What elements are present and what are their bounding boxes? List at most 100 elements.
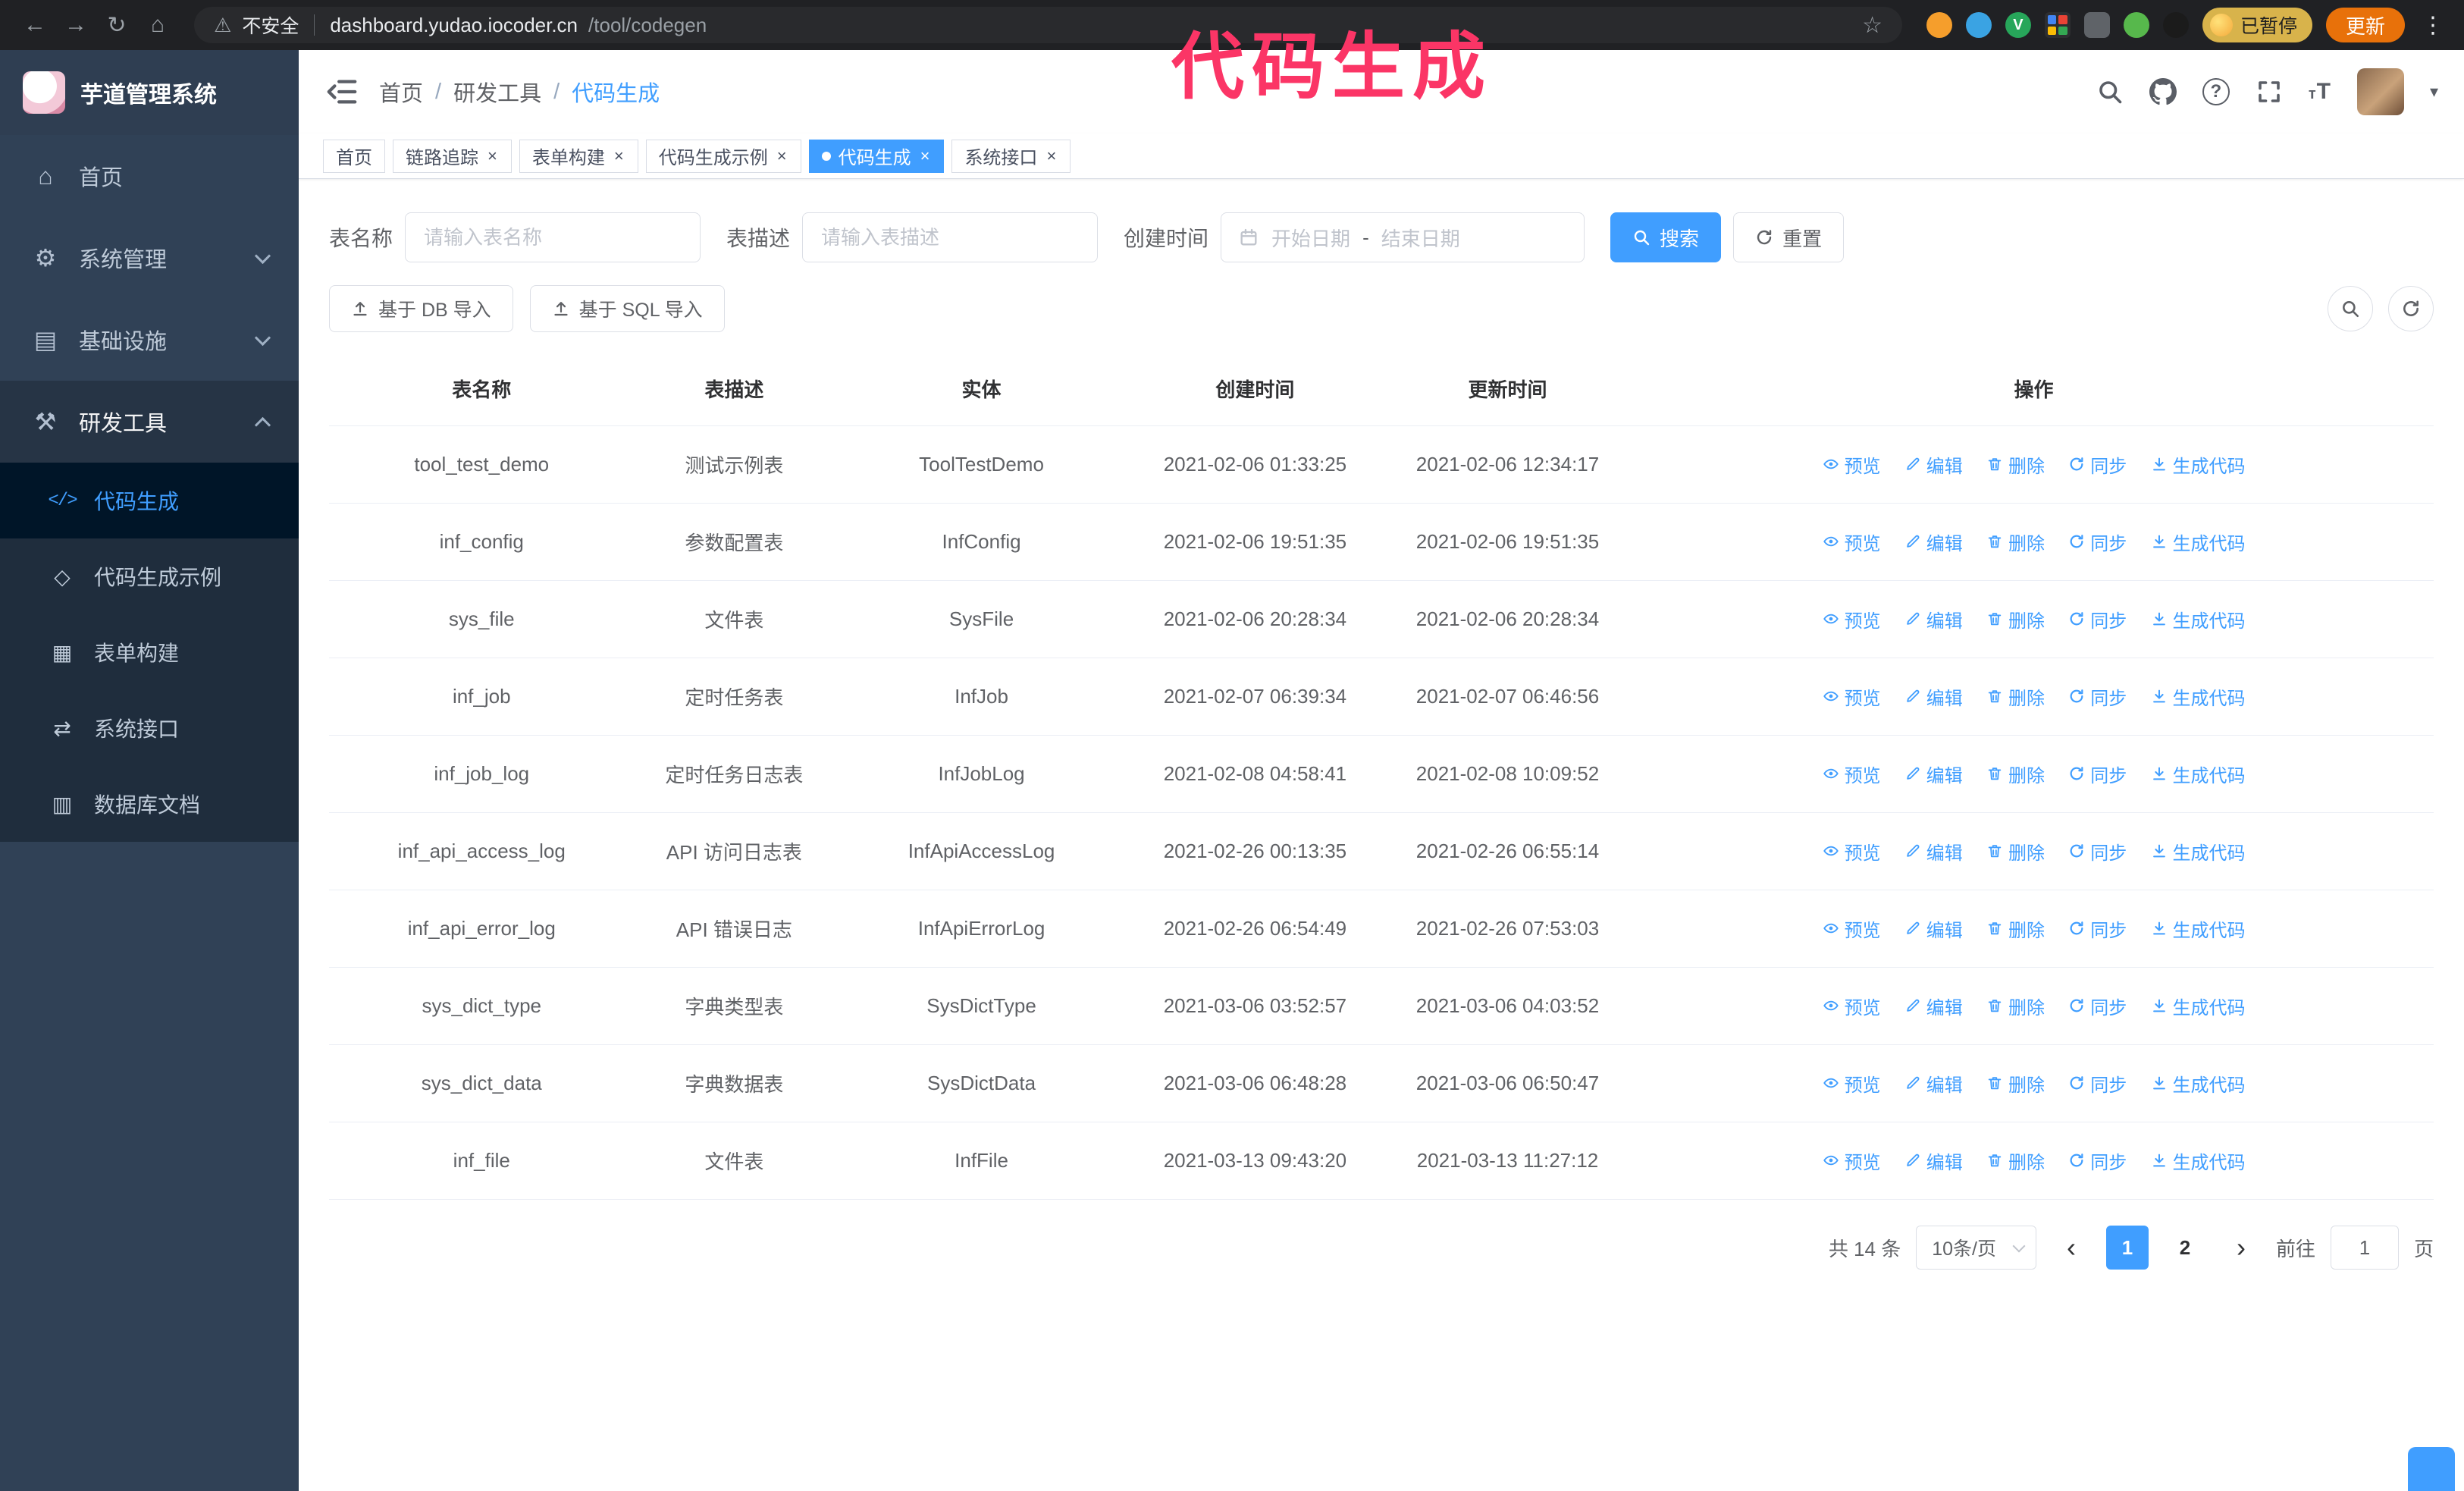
sidebar-item-system-management[interactable]: ⚙ 系统管理 xyxy=(0,217,299,299)
edit-link[interactable]: 编辑 xyxy=(1904,993,1963,1019)
delete-link[interactable]: 删除 xyxy=(1986,1147,2045,1174)
import-db-button[interactable]: 基于 DB 导入 xyxy=(329,285,513,332)
sidebar-item-db-docs[interactable]: ▥ 数据库文档 xyxy=(0,766,299,842)
tab-home[interactable]: 首页 xyxy=(323,139,385,173)
corner-action-button[interactable] xyxy=(2408,1447,2455,1491)
sync-link[interactable]: 同步 xyxy=(2068,1070,2127,1097)
tab-close-icon[interactable]: × xyxy=(776,146,788,166)
preview-link[interactable]: 预览 xyxy=(1823,838,1881,865)
sidebar-item-codegen[interactable]: </> 代码生成 xyxy=(0,463,299,538)
fullscreen-icon[interactable] xyxy=(2256,78,2283,105)
tab-tracing[interactable]: 链路追踪 × xyxy=(393,139,512,173)
sync-link[interactable]: 同步 xyxy=(2068,529,2127,555)
breadcrumb-dev-tools[interactable]: 研发工具 xyxy=(453,76,541,108)
extension-icon[interactable]: V xyxy=(2005,12,2031,38)
generate-code-link[interactable]: 生成代码 xyxy=(2151,1147,2246,1174)
sidebar-item-home[interactable]: ⌂ 首页 xyxy=(0,135,299,217)
generate-code-link[interactable]: 生成代码 xyxy=(2151,761,2246,787)
preview-link[interactable]: 预览 xyxy=(1823,606,1881,632)
browser-back-icon[interactable]: ← xyxy=(17,7,53,43)
extension-icon[interactable] xyxy=(1926,12,1952,38)
delete-link[interactable]: 删除 xyxy=(1986,451,2045,478)
preview-link[interactable]: 预览 xyxy=(1823,1147,1881,1174)
tab-codegen[interactable]: 代码生成 × xyxy=(808,139,945,173)
preview-link[interactable]: 预览 xyxy=(1823,1070,1881,1097)
delete-link[interactable]: 删除 xyxy=(1986,1070,2045,1097)
sync-link[interactable]: 同步 xyxy=(2068,993,2127,1019)
sync-link[interactable]: 同步 xyxy=(2068,1147,2127,1174)
extension-icon[interactable] xyxy=(2044,12,2071,38)
browser-menu-icon[interactable]: ⋮ xyxy=(2419,12,2447,39)
tab-close-icon[interactable]: × xyxy=(919,146,932,166)
table-desc-input[interactable] xyxy=(802,212,1099,262)
delete-link[interactable]: 删除 xyxy=(1986,683,2045,710)
preview-link[interactable]: 预览 xyxy=(1823,761,1881,787)
page-button-1[interactable]: 1 xyxy=(2105,1226,2149,1270)
generate-code-link[interactable]: 生成代码 xyxy=(2151,1070,2246,1097)
delete-link[interactable]: 删除 xyxy=(1986,993,2045,1019)
generate-code-link[interactable]: 生成代码 xyxy=(2151,683,2246,710)
pin-extension-icon[interactable] xyxy=(2162,12,2189,38)
delete-link[interactable]: 删除 xyxy=(1986,761,2045,787)
delete-link[interactable]: 删除 xyxy=(1986,529,2045,555)
next-page-button[interactable]: › xyxy=(2221,1226,2261,1270)
tab-close-icon[interactable]: × xyxy=(613,146,625,166)
edit-link[interactable]: 编辑 xyxy=(1904,1070,1963,1097)
tab-system-api[interactable]: 系统接口 × xyxy=(951,139,1071,173)
search-icon[interactable] xyxy=(2096,78,2124,105)
generate-code-link[interactable]: 生成代码 xyxy=(2151,529,2246,555)
extension-icon[interactable] xyxy=(2123,12,2149,38)
user-avatar[interactable] xyxy=(2356,68,2404,115)
generate-code-link[interactable]: 生成代码 xyxy=(2151,993,2246,1019)
generate-code-link[interactable]: 生成代码 xyxy=(2151,606,2246,632)
extension-icon[interactable] xyxy=(1965,12,1992,38)
preview-link[interactable]: 预览 xyxy=(1823,529,1881,555)
sync-link[interactable]: 同步 xyxy=(2068,761,2127,787)
sync-link[interactable]: 同步 xyxy=(2068,838,2127,865)
collapse-sidebar-icon[interactable] xyxy=(324,74,359,109)
end-date-placeholder[interactable]: 结束日期 xyxy=(1381,224,1460,252)
delete-link[interactable]: 删除 xyxy=(1986,838,2045,865)
github-icon[interactable] xyxy=(2149,78,2177,105)
edit-link[interactable]: 编辑 xyxy=(1904,915,1963,942)
address-bar[interactable]: ⚠ 不安全 dashboard.yudao.iocoder.cn/tool/co… xyxy=(194,7,1902,43)
preview-link[interactable]: 预览 xyxy=(1823,683,1881,710)
date-range-picker[interactable]: 开始日期 - 结束日期 xyxy=(1221,212,1585,262)
preview-link[interactable]: 预览 xyxy=(1823,993,1881,1019)
browser-forward-icon[interactable]: → xyxy=(58,7,94,43)
delete-link[interactable]: 删除 xyxy=(1986,915,2045,942)
user-menu-caret-icon[interactable]: ▾ xyxy=(2430,82,2438,102)
paused-badge[interactable]: 已暂停 xyxy=(2202,8,2312,42)
edit-link[interactable]: 编辑 xyxy=(1904,838,1963,865)
edit-link[interactable]: 编辑 xyxy=(1904,606,1963,632)
search-button[interactable]: 搜索 xyxy=(1610,212,1722,262)
sync-link[interactable]: 同步 xyxy=(2068,606,2127,632)
edit-link[interactable]: 编辑 xyxy=(1904,761,1963,787)
generate-code-link[interactable]: 生成代码 xyxy=(2151,838,2246,865)
page-size-select[interactable]: 10条/页 xyxy=(1916,1226,2036,1270)
breadcrumb-home[interactable]: 首页 xyxy=(379,76,423,108)
tab-form-builder[interactable]: 表单构建 × xyxy=(519,139,638,173)
sidebar-item-infrastructure[interactable]: ▤ 基础设施 xyxy=(0,299,299,381)
sync-link[interactable]: 同步 xyxy=(2068,915,2127,942)
tab-close-icon[interactable]: × xyxy=(1045,146,1058,166)
bookmark-star-icon[interactable]: ☆ xyxy=(1862,12,1882,39)
toggle-search-button[interactable] xyxy=(2328,286,2373,331)
extension-icon[interactable] xyxy=(2083,12,2110,38)
edit-link[interactable]: 编辑 xyxy=(1904,1147,1963,1174)
table-name-input[interactable] xyxy=(405,212,701,262)
sidebar-item-system-api[interactable]: ⇄ 系统接口 xyxy=(0,690,299,766)
browser-update-button[interactable]: 更新 xyxy=(2325,8,2405,42)
sync-link[interactable]: 同步 xyxy=(2068,451,2127,478)
tab-codegen-example[interactable]: 代码生成示例 × xyxy=(645,139,801,173)
import-sql-button[interactable]: 基于 SQL 导入 xyxy=(529,285,725,332)
sync-link[interactable]: 同步 xyxy=(2068,683,2127,710)
generate-code-link[interactable]: 生成代码 xyxy=(2151,451,2246,478)
start-date-placeholder[interactable]: 开始日期 xyxy=(1271,224,1350,252)
browser-reload-icon[interactable]: ↻ xyxy=(99,7,135,43)
help-icon[interactable]: ? xyxy=(2202,78,2230,105)
edit-link[interactable]: 编辑 xyxy=(1904,451,1963,478)
page-button-2[interactable]: 2 xyxy=(2164,1226,2206,1270)
generate-code-link[interactable]: 生成代码 xyxy=(2151,915,2246,942)
sidebar-item-dev-tools[interactable]: ⚒ 研发工具 xyxy=(0,381,299,463)
